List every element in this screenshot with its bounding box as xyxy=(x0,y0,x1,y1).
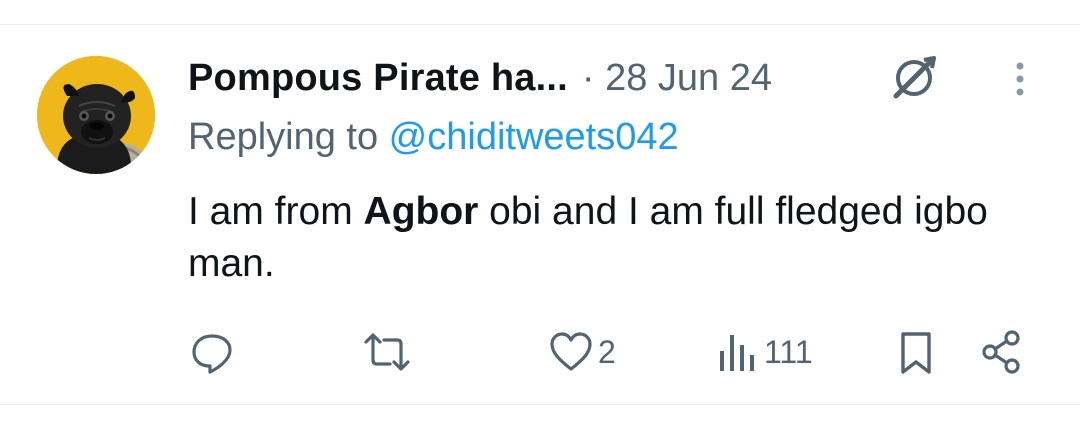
avatar[interactable] xyxy=(37,56,155,174)
replying-to-line: Replying to @chiditweets042 xyxy=(188,116,679,159)
retweet-button[interactable] xyxy=(362,324,416,380)
bookmark-icon xyxy=(901,332,931,374)
display-name[interactable]: Pompous Pirate ha... xyxy=(188,57,568,100)
views-button[interactable]: 111 xyxy=(718,324,813,380)
like-button[interactable]: 2 xyxy=(548,324,616,380)
tweet-header: Pompous Pirate ha... · 28 Jun 24 xyxy=(188,50,948,106)
tweet-timestamp[interactable]: · 28 Jun 24 xyxy=(582,57,772,100)
reply-icon xyxy=(192,334,232,374)
share-button[interactable] xyxy=(978,324,1024,380)
bookmark-button[interactable] xyxy=(894,324,938,380)
grok-slash-icon[interactable] xyxy=(888,52,944,102)
like-count: 2 xyxy=(598,333,616,370)
top-divider xyxy=(0,24,1080,25)
reply-handle-link[interactable]: @chiditweets042 xyxy=(389,116,679,158)
action-bar: 2 111 xyxy=(0,324,1080,380)
tweet-text: I am from Agbor obi and I am full fledge… xyxy=(188,186,1048,290)
share-icon xyxy=(982,330,1020,374)
heart-icon xyxy=(550,332,592,371)
retweet-icon xyxy=(364,333,410,371)
replying-prefix: Replying to xyxy=(188,116,389,158)
tweet-text-before: I am from xyxy=(188,190,364,233)
pug-avatar-image xyxy=(37,56,155,174)
reply-button[interactable] xyxy=(188,324,240,380)
tweet-text-bold: Agbor xyxy=(363,190,479,233)
views-count: 111 xyxy=(764,333,813,370)
more-options-icon[interactable] xyxy=(1008,60,1032,100)
bottom-divider xyxy=(0,404,1080,405)
views-icon xyxy=(720,335,754,371)
